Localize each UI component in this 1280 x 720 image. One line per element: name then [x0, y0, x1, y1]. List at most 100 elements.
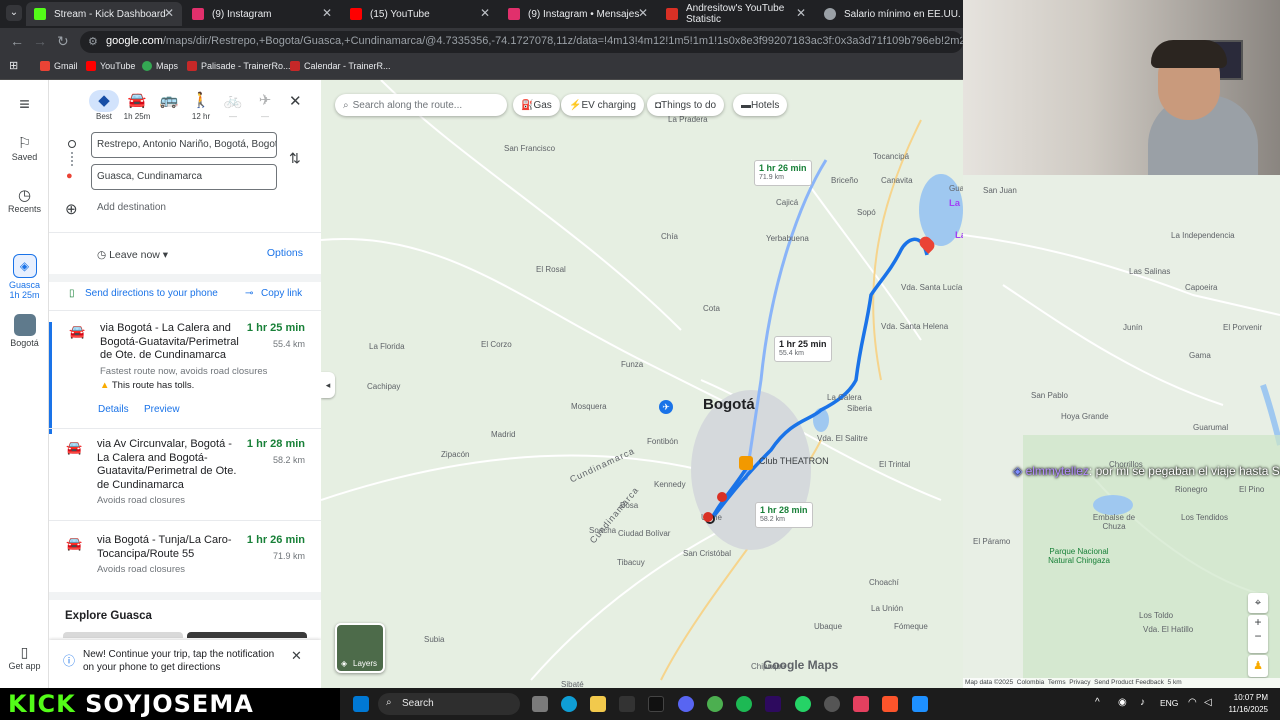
route-option-2[interactable]: 🚘 via Av Circunvalar, Bogotá - La Calera… [49, 438, 321, 518]
windows-start-icon[interactable] [353, 696, 369, 712]
search-along-route-input[interactable]: ⌕ Search along the route... [335, 94, 507, 116]
menu-icon[interactable]: ≡ [0, 94, 49, 115]
forward-arrow-icon[interactable]: → [33, 33, 47, 49]
mode-flight[interactable]: ✈ — [250, 90, 280, 121]
file-explorer-icon[interactable] [590, 696, 606, 712]
theater-pin-icon[interactable] [739, 456, 753, 470]
premiere-icon[interactable] [765, 696, 781, 712]
reload-icon[interactable]: ↻ [57, 33, 69, 50]
mode-best[interactable]: ◆ Best [89, 90, 119, 121]
region-link[interactable]: Colombia [1017, 679, 1044, 686]
mode-walking[interactable]: 🚶 12 hr [186, 90, 216, 121]
address-bar[interactable]: ⚙ google.com/maps/dir/Restrepo,+Bogota/G… [80, 31, 963, 53]
back-arrow-icon[interactable]: ← [10, 33, 24, 49]
whatsapp-icon[interactable] [795, 696, 811, 712]
mode-transit[interactable]: 🚌 [154, 90, 184, 112]
get-app-button[interactable]: ▯ Get app [0, 644, 49, 671]
discord-icon[interactable] [678, 696, 694, 712]
mode-driving[interactable]: 🚘 1h 25m [122, 90, 152, 121]
tab-youtube-stats[interactable]: Andresitow's YouTube Statistic ✕ [658, 2, 814, 26]
explore-card[interactable] [63, 632, 183, 638]
volume-icon[interactable]: ◁ [1204, 697, 1212, 708]
zoom-out-icon[interactable]: − [1248, 629, 1268, 643]
route-option-3[interactable]: 🚘 via Bogotá - Tunja/La Caro-Tocancipa/R… [49, 534, 321, 584]
origin-input[interactable]: Restrepo, Antonio Nariño, Bogotá, Bogot [91, 132, 277, 158]
tab-list-button[interactable]: ⌄ [6, 5, 22, 21]
wifi-icon[interactable]: ◠ [1188, 697, 1197, 708]
tab-kick-dashboard[interactable]: Stream - Kick Dashboard ✕ [26, 2, 182, 26]
close-tab-icon[interactable]: ✕ [638, 6, 648, 20]
site-info-icon[interactable]: ⚙ [88, 35, 98, 48]
chip-gas[interactable]: ⛽ Gas [513, 94, 560, 116]
close-tab-icon[interactable]: ✕ [480, 6, 490, 20]
route-time-box[interactable]: 1 hr 28 min 58.2 km [755, 502, 813, 528]
my-location-icon[interactable]: ⌖ [1248, 593, 1268, 613]
close-directions-icon[interactable]: ✕ [289, 92, 302, 110]
explore-card[interactable] [187, 632, 307, 638]
bookmark-gmail[interactable]: Gmail [40, 61, 78, 71]
edge-icon[interactable] [561, 696, 577, 712]
destination-input[interactable]: Guasca, Cundinamarca [91, 164, 277, 190]
feedback-link[interactable]: Send Product Feedback [1094, 679, 1164, 686]
tiktok-icon[interactable] [648, 696, 664, 712]
preview-button[interactable]: Preview [144, 404, 180, 415]
tab-instagram-messages[interactable]: (9) Instagram • Mensajes ✕ [500, 2, 656, 26]
map-canvas[interactable]: Bogotá La Pradera Tocancipá Briceño Cana… [321, 80, 963, 688]
route-time-box[interactable]: 1 hr 26 min 71.9 km [754, 160, 812, 186]
terms-link[interactable]: Terms [1048, 679, 1066, 686]
poi-granja[interactable]: La Granja al Revés [955, 230, 963, 241]
add-circle-icon[interactable]: ⊕ [65, 200, 78, 218]
copy-link-button[interactable]: Copy link [261, 288, 302, 299]
tab-salario[interactable]: Salario mínimo en EE.UU. [816, 2, 963, 26]
tray-network-icon[interactable]: ◉ [1118, 697, 1127, 708]
close-tab-icon[interactable]: ✕ [322, 6, 332, 20]
spotify-icon[interactable] [736, 696, 752, 712]
options-button[interactable]: Options [267, 247, 303, 259]
send-to-phone-button[interactable]: Send directions to your phone [85, 288, 218, 299]
tiktok-live-icon[interactable] [853, 696, 869, 712]
bookmark-youtube[interactable]: YouTube [86, 61, 135, 71]
chrome-icon[interactable] [707, 696, 723, 712]
app-icon[interactable] [912, 696, 928, 712]
tab-instagram[interactable]: (9) Instagram ✕ [184, 2, 340, 26]
mode-cycling[interactable]: 🚲 — [218, 90, 248, 121]
obs-icon[interactable] [824, 696, 840, 712]
tray-overflow-icon[interactable]: ^ [1095, 697, 1100, 708]
chip-ev-charging[interactable]: ⚡ EV charging [561, 94, 644, 116]
route-option-1[interactable]: 🚘 via Bogotá - La Calera and Bogotá-Guat… [49, 322, 321, 434]
layers-button[interactable]: ◈ Layers [335, 623, 385, 673]
tray-mic-icon[interactable]: ♪ [1140, 697, 1145, 708]
route-time-box-selected[interactable]: 1 hr 25 min 55.4 km [774, 336, 832, 362]
poi-casa-loca[interactable]: La Casa Loca Guatavita [949, 198, 963, 209]
recent-guasca[interactable]: ◈ Guasca 1h 25m [0, 254, 49, 300]
recents-button[interactable]: ◷ Recents [0, 186, 49, 214]
map-canvas-right[interactable]: San Juan La Independencia Las Salinas Ca… [963, 175, 1280, 688]
privacy-link[interactable]: Privacy [1069, 679, 1090, 686]
taskbar-search[interactable]: ⌕ Search [378, 693, 520, 715]
airport-icon[interactable]: ✈ [659, 400, 673, 414]
store-icon[interactable] [619, 696, 635, 712]
bookmark-maps[interactable]: Maps [142, 61, 178, 71]
close-tab-icon[interactable]: ✕ [164, 6, 174, 20]
recent-bogota[interactable]: Bogotá [0, 314, 49, 348]
pegman-icon[interactable]: ♟ [1248, 655, 1268, 677]
bookmark-palisade[interactable]: Palisade - TrainerRo... [187, 61, 291, 71]
tab-youtube[interactable]: (15) YouTube ✕ [342, 2, 498, 26]
zoom-in-icon[interactable]: + [1248, 615, 1268, 629]
chip-hotels[interactable]: ▬ Hotels [733, 94, 788, 116]
bookmark-calendar[interactable]: Calendar - TrainerR... [290, 61, 391, 71]
close-notice-icon[interactable]: ✕ [291, 648, 302, 664]
language-indicator[interactable]: ENG [1160, 698, 1178, 708]
brave-icon[interactable] [882, 696, 898, 712]
swap-icon[interactable]: ⇅ [289, 150, 301, 167]
chip-things-to-do[interactable]: ◘ Things to do [647, 94, 725, 116]
leave-now-dropdown[interactable]: ◷ Leave now ▾ [91, 244, 174, 266]
details-button[interactable]: Details [98, 404, 129, 415]
poi-theatron[interactable]: Club THEATRON [759, 456, 829, 466]
task-view-icon[interactable] [532, 696, 548, 712]
collapse-panel-icon[interactable]: ◂ [321, 372, 335, 398]
saved-button[interactable]: ⚐ Saved [0, 134, 49, 162]
apps-grid-icon[interactable]: ⊞ [9, 59, 18, 72]
taskbar-clock[interactable]: 10:07 PM 11/16/2025 [1229, 692, 1268, 716]
add-destination-button[interactable]: Add destination [97, 202, 166, 213]
